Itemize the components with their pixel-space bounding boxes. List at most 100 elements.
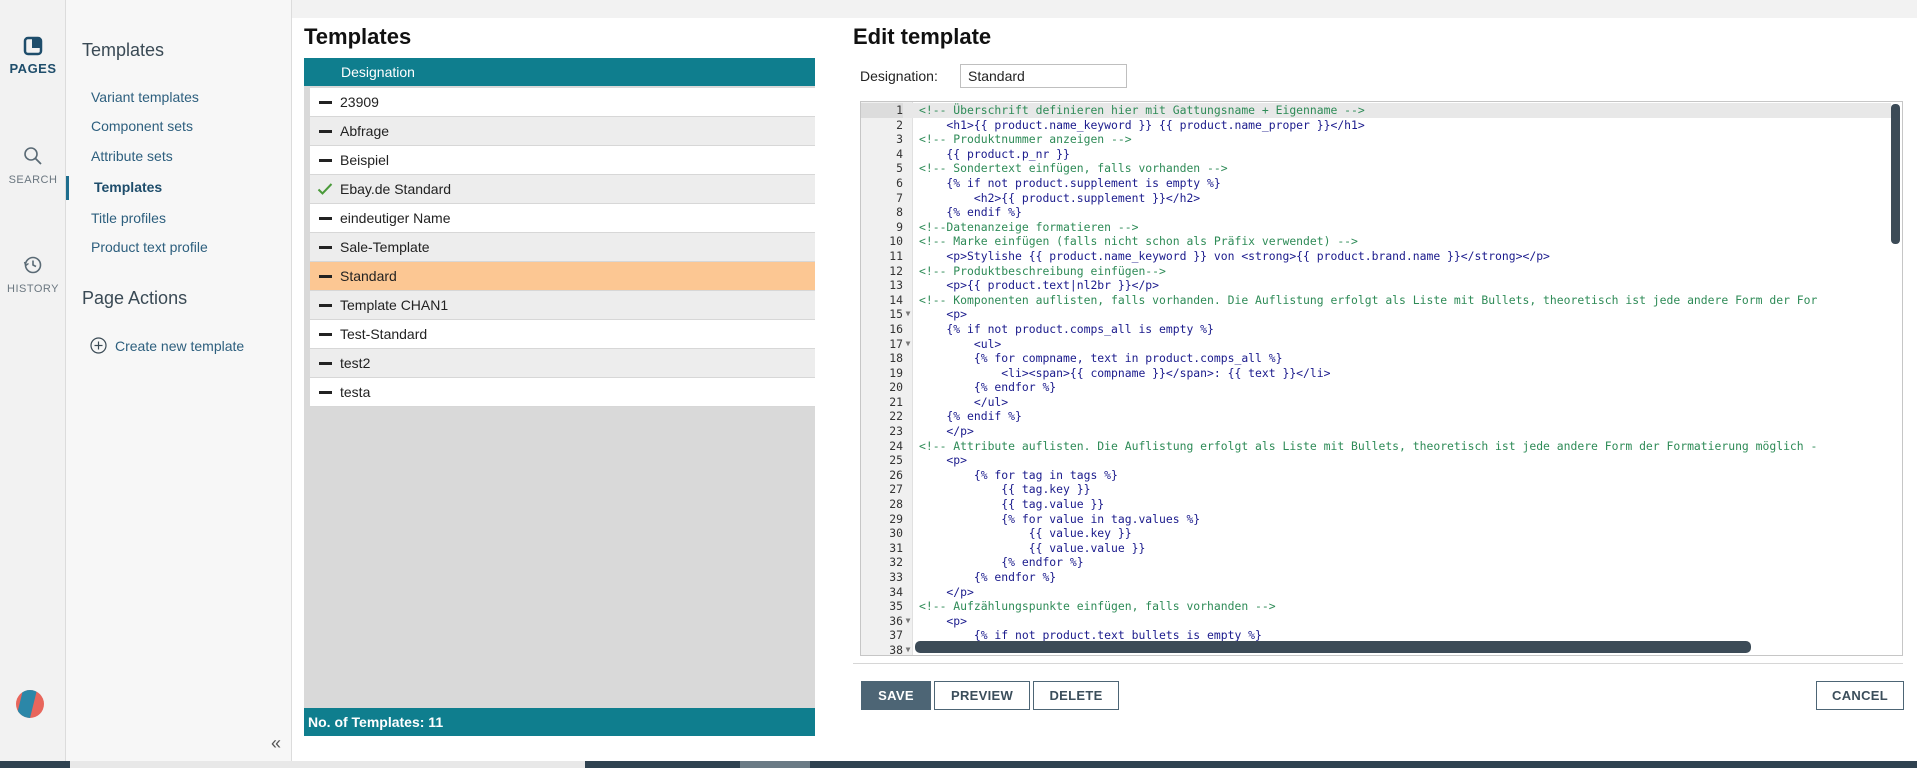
code-line[interactable]: 10 <!-- Marke einfügen (falls nicht schon… xyxy=(861,234,1891,249)
code-text: <!-- Überschrift definieren hier mit Gat… xyxy=(919,103,1365,117)
delete-button[interactable]: DELETE xyxy=(1033,681,1119,710)
nav-item-product-text-profile[interactable]: Product text profile xyxy=(91,239,208,255)
fold-marker-icon xyxy=(903,439,913,454)
code-line[interactable]: 11 <p>Stylishe {{ product.name_keyword }… xyxy=(861,249,1891,264)
horizontal-scrollbar[interactable] xyxy=(915,641,1751,653)
template-row[interactable]: Ebay.de Standard xyxy=(310,175,815,204)
template-row[interactable]: Beispiel xyxy=(310,146,815,175)
code-line[interactable]: 16 {% if not product.comps_all is empty … xyxy=(861,322,1891,337)
rail-pages[interactable]: PAGES xyxy=(0,36,66,78)
template-row[interactable]: Template CHAN1 xyxy=(310,291,815,320)
vertical-scrollbar[interactable] xyxy=(1891,104,1900,244)
pages-icon xyxy=(23,36,43,56)
template-row[interactable]: Test-Standard xyxy=(310,320,815,349)
template-row[interactable]: Standard xyxy=(310,262,815,291)
code-line[interactable]: 33 {% endfor %} xyxy=(861,570,1891,585)
nav-item-component-sets[interactable]: Component sets xyxy=(91,118,193,134)
code-line[interactable]: 7 <h2>{{ product.supplement }}</h2> xyxy=(861,191,1891,206)
code-line[interactable]: 2 <h1>{{ product.name_keyword }} {{ prod… xyxy=(861,118,1891,133)
line-number: 37 xyxy=(889,628,903,643)
template-row[interactable]: testa xyxy=(310,378,815,407)
fold-marker-icon xyxy=(903,482,913,497)
template-row[interactable]: 23909 xyxy=(310,88,815,117)
code-text: <!-- Produktbeschreibung einfügen--> xyxy=(919,263,1166,278)
code-text: {% endfor %} xyxy=(919,555,1084,570)
code-line[interactable]: 17 ▼ <ul> xyxy=(861,337,1891,352)
designation-input[interactable] xyxy=(960,64,1127,88)
code-line[interactable]: 25 <p> xyxy=(861,453,1891,468)
fold-marker-icon xyxy=(903,249,913,264)
code-line[interactable]: 28 {{ tag.value }} xyxy=(861,497,1891,512)
code-lines[interactable]: 1 <!-- Überschrift definieren hier mit Ga… xyxy=(861,103,1891,656)
code-line[interactable]: 4 {{ product.p_nr }} xyxy=(861,147,1891,162)
nav-item-variant-templates[interactable]: Variant templates xyxy=(91,89,199,105)
template-name: Ebay.de Standard xyxy=(340,181,452,197)
preview-button[interactable]: PREVIEW xyxy=(934,681,1030,710)
code-line[interactable]: 24 <!-- Attribute auflisten. Die Auflistu… xyxy=(861,439,1891,454)
code-line[interactable]: 1 <!-- Überschrift definieren hier mit Ga… xyxy=(861,103,1891,118)
fold-marker-icon[interactable]: ▼ xyxy=(903,307,913,322)
code-editor[interactable]: 1 <!-- Überschrift definieren hier mit Ga… xyxy=(860,101,1903,656)
nav-item-attribute-sets[interactable]: Attribute sets xyxy=(91,148,173,164)
line-number: 28 xyxy=(889,497,903,512)
dash-icon xyxy=(310,216,340,220)
template-row[interactable]: test2 xyxy=(310,349,815,378)
code-line[interactable]: 29 {% for value in tag.values %} xyxy=(861,512,1891,527)
template-name: Template CHAN1 xyxy=(340,297,449,313)
code-line[interactable]: 5 <!-- Sondertext einfügen, falls vorhand… xyxy=(861,161,1891,176)
code-line[interactable]: 22 {% endif %} xyxy=(861,409,1891,424)
code-line[interactable]: 34 </p> xyxy=(861,585,1891,600)
nav-item-title-profiles[interactable]: Title profiles xyxy=(91,210,166,226)
code-line[interactable]: 19 <li><span>{{ compname }}</span>: {{ t… xyxy=(861,366,1891,381)
templates-title: Templates xyxy=(304,24,412,49)
line-number: 29 xyxy=(889,511,903,526)
fold-marker-icon xyxy=(903,599,913,614)
dash-icon xyxy=(310,129,340,133)
designation-label: Designation: xyxy=(860,68,938,84)
cancel-button[interactable]: CANCEL xyxy=(1816,681,1904,710)
fold-marker-icon xyxy=(903,220,913,235)
code-line[interactable]: 8 {% endif %} xyxy=(861,205,1891,220)
line-number: 14 xyxy=(889,292,903,307)
template-name: testa xyxy=(340,384,371,400)
code-line[interactable]: 36 ▼ <p> xyxy=(861,614,1891,629)
code-line[interactable]: 30 {{ value.key }} xyxy=(861,526,1891,541)
code-text: <!-- Sondertext einfügen, falls vorhande… xyxy=(919,161,1228,176)
code-line[interactable]: 6 {% if not product.supplement is empty … xyxy=(861,176,1891,191)
template-row[interactable]: Sale-Template xyxy=(310,233,815,262)
template-row[interactable]: Abfrage xyxy=(310,117,815,146)
fold-marker-icon xyxy=(903,424,913,439)
code-line[interactable]: 35 <!-- Aufzählungspunkte einfügen, falls… xyxy=(861,599,1891,614)
designation-column-header[interactable]: Designation xyxy=(304,58,815,86)
fold-marker-icon[interactable]: ▼ xyxy=(903,643,913,655)
fold-marker-icon xyxy=(903,409,913,424)
fold-marker-icon[interactable]: ▼ xyxy=(903,614,913,629)
code-line[interactable]: 27 {{ tag.key }} xyxy=(861,482,1891,497)
code-line[interactable]: 26 {% for tag in tags %} xyxy=(861,468,1891,483)
fold-marker-icon[interactable]: ▼ xyxy=(903,337,913,352)
code-line[interactable]: 21 </ul> xyxy=(861,395,1891,410)
template-name: eindeutiger Name xyxy=(340,210,451,226)
code-line[interactable]: 32 {% endfor %} xyxy=(861,555,1891,570)
code-text: <ul> xyxy=(919,336,1002,351)
code-line[interactable]: 31 {{ value.value }} xyxy=(861,541,1891,556)
code-line[interactable]: 18 {% for compname, text in product.comp… xyxy=(861,351,1891,366)
code-line[interactable]: 14 <!-- Komponenten auflisten, falls vorh… xyxy=(861,293,1891,308)
save-button[interactable]: SAVE xyxy=(861,681,931,710)
code-line[interactable]: 15 ▼ <p> xyxy=(861,307,1891,322)
create-new-template-button[interactable]: Create new template xyxy=(90,337,244,354)
nav-item-templates[interactable]: Templates xyxy=(94,179,162,195)
code-line[interactable]: 23 </p> xyxy=(861,424,1891,439)
code-line[interactable]: 9 <!--Datenanzeige formatieren --> xyxy=(861,220,1891,235)
code-line[interactable]: 3 <!-- Produktnummer anzeigen --> xyxy=(861,132,1891,147)
fold-marker-icon xyxy=(903,541,913,556)
collapse-icon[interactable]: « xyxy=(271,733,281,754)
code-line[interactable]: 20 {% endfor %} xyxy=(861,380,1891,395)
rail-search[interactable]: SEARCH xyxy=(0,146,66,188)
rail-history[interactable]: HISTORY xyxy=(0,255,66,297)
line-number: 24 xyxy=(889,438,903,453)
line-number: 38 xyxy=(889,642,903,656)
code-line[interactable]: 12 <!-- Produktbeschreibung einfügen--> xyxy=(861,264,1891,279)
template-row[interactable]: eindeutiger Name xyxy=(310,204,815,233)
code-line[interactable]: 13 <p>{{ product.text|nl2br }}</p> xyxy=(861,278,1891,293)
